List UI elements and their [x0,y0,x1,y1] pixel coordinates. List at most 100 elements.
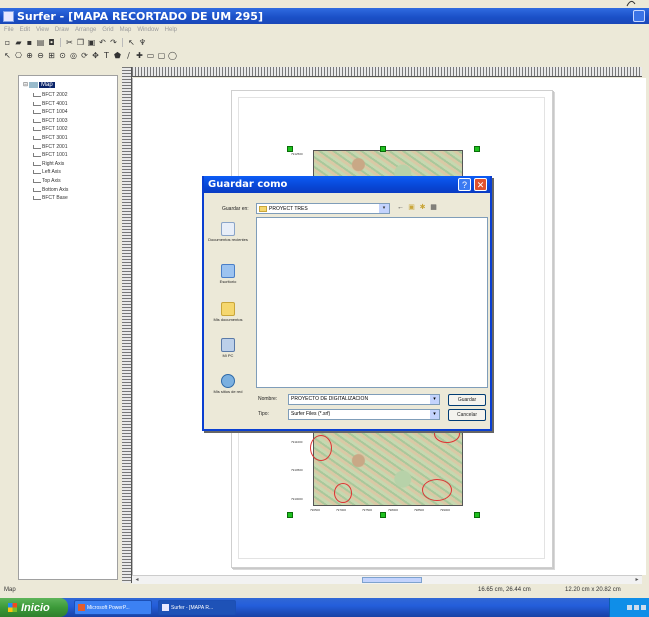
tree-item[interactable]: BFCT 1001 [33,152,67,158]
folder-icon [259,205,267,212]
tree-item[interactable]: Bottom Axis [33,187,68,193]
cut-icon[interactable]: ✂ [65,38,74,47]
selection-handle-n[interactable] [380,146,386,152]
new-icon[interactable]: ▫ [3,38,12,47]
tree-item[interactable]: BFCT Base [33,195,68,201]
symbol-icon[interactable]: ✚ [135,51,144,60]
tray-icon[interactable] [627,605,632,610]
menu-view[interactable]: View [36,27,49,33]
selection-handle-se[interactable] [474,512,480,518]
tree-branch-icon [33,110,41,115]
menu-map[interactable]: Map [120,27,132,33]
place-network[interactable]: Mis sitios de red [208,374,248,394]
y-tick-label: 7910500 [291,468,303,472]
tree-branch-icon [33,187,41,192]
place-desktop[interactable]: Escritorio [208,264,248,284]
copy-icon[interactable]: ❐ [76,38,85,47]
tree-item[interactable]: BFCT 1004 [33,109,67,115]
scroll-right-icon[interactable]: ▸ [633,576,641,584]
surfer-window: Surfer - [MAPA RECORTADO DE UM 295] File… [0,0,649,617]
zoom-in-icon[interactable]: ⊕ [25,51,34,60]
menu-arrange[interactable]: Arrange [75,27,96,33]
zoom-fit-icon[interactable]: ◎ [69,51,78,60]
new-folder-icon[interactable]: ✱ [418,203,427,212]
scroll-thumb[interactable] [362,577,422,583]
close-button[interactable]: ✕ [474,178,487,191]
polygon-icon[interactable]: ⬟ [113,51,122,60]
status-object-size: 12.20 cm x 20.82 cm [565,587,621,593]
menu-file[interactable]: File [4,27,14,33]
tree-root[interactable]: ⊟ Map [23,81,55,88]
tree-item[interactable]: Left Axis [33,169,61,175]
selection-handle-s[interactable] [380,512,386,518]
collapse-icon[interactable]: ⊟ [23,81,28,88]
rectangle-icon[interactable]: ▭ [146,51,155,60]
start-button[interactable]: Inicio [0,598,68,617]
file-list[interactable] [256,217,488,388]
cancel-button[interactable]: Cancelar [448,409,486,421]
zoom-page-icon[interactable]: ⊙ [58,51,67,60]
save-in-dropdown[interactable]: PROYECT TRES ▾ [256,203,390,214]
help-pointer-icon[interactable]: ↖ [127,38,136,47]
redo-icon[interactable]: ↷ [109,38,118,47]
polyline-icon[interactable]: ∕ [124,51,133,60]
save-icon[interactable]: ▪ [25,38,34,47]
scroll-left-icon[interactable]: ◂ [133,576,141,584]
tree-item[interactable]: BFCT 4001 [33,101,67,107]
selection-handle-ne[interactable] [474,146,480,152]
tree-item-label: BFCT 1002 [42,126,68,133]
tree-item[interactable]: Top Axis [33,178,61,184]
zoom-out-icon[interactable]: ⊖ [36,51,45,60]
taskbar-item-powerpoint[interactable]: Microsoft PowerP... [74,600,152,615]
tree-item-label: Left Axis [42,169,61,176]
menu-grid[interactable]: Grid [102,27,113,33]
place-my-computer[interactable]: Mi PC [208,338,248,358]
taskbar-item-surfer[interactable]: Surfer - [MAPA R... [158,600,236,615]
topo-map-bottom[interactable] [310,425,463,506]
minimize-button[interactable] [633,10,645,22]
tree-item[interactable]: BFCT 3001 [33,135,67,141]
menu-help[interactable]: Help [165,27,177,33]
text-icon[interactable]: T [102,51,111,60]
open-icon[interactable]: ▰ [14,38,23,47]
save-button[interactable]: Guardar [448,394,486,406]
place-my-documents[interactable]: Mis documentos [208,302,248,322]
tray-icon[interactable] [641,605,646,610]
selection-handle-sw[interactable] [287,512,293,518]
file-type-select[interactable]: Surfer Files (*.srf) ▾ [288,409,440,420]
horizontal-scrollbar[interactable]: ◂ ▸ [132,575,642,584]
up-folder-icon[interactable]: ▣ [407,203,416,212]
tree-root-label[interactable]: Map [39,81,55,88]
views-menu-icon[interactable]: ▦ [429,203,438,212]
image-icon[interactable]: ◘ [47,38,56,47]
selection-handle-nw[interactable] [287,146,293,152]
undo-icon[interactable]: ↶ [98,38,107,47]
tree-item[interactable]: BFCT 1003 [33,118,67,124]
print-icon[interactable]: ▤ [36,38,45,47]
tree-item[interactable]: BFCT 1002 [33,126,67,132]
place-recent[interactable]: Documentos recientes [208,222,248,242]
chevron-down-icon[interactable]: ▾ [430,410,439,419]
zoom-rect-icon[interactable]: ⊞ [47,51,56,60]
rotate-icon[interactable]: ⟳ [80,51,89,60]
back-icon[interactable]: ← [396,203,405,212]
select-arrow-icon[interactable]: ↖ [3,51,12,60]
help-button[interactable]: ? [458,178,471,191]
chevron-down-icon[interactable]: ▾ [430,395,439,404]
pan-icon[interactable]: ⎔ [14,51,23,60]
tree-item[interactable]: BFCT 2001 [33,144,67,150]
menu-window[interactable]: Window [137,27,158,33]
menu-edit[interactable]: Edit [20,27,30,33]
menu-draw[interactable]: Draw [55,27,69,33]
file-name-input[interactable]: PROYECTO DE DIGITALIZACION ▾ [288,394,440,405]
rounded-rect-icon[interactable]: ▢ [157,51,166,60]
tray-icon[interactable] [634,605,639,610]
chevron-down-icon[interactable]: ▾ [379,204,389,213]
ellipse-icon[interactable]: ◯ [168,51,177,60]
grid-wizard-icon[interactable]: ♆ [138,38,147,47]
tree-item[interactable]: BFCT 2002 [33,92,67,98]
tree-item[interactable]: Right Axis [33,161,64,167]
surfer-icon [162,604,169,611]
hand-icon[interactable]: ✥ [91,51,100,60]
paste-icon[interactable]: ▣ [87,38,96,47]
